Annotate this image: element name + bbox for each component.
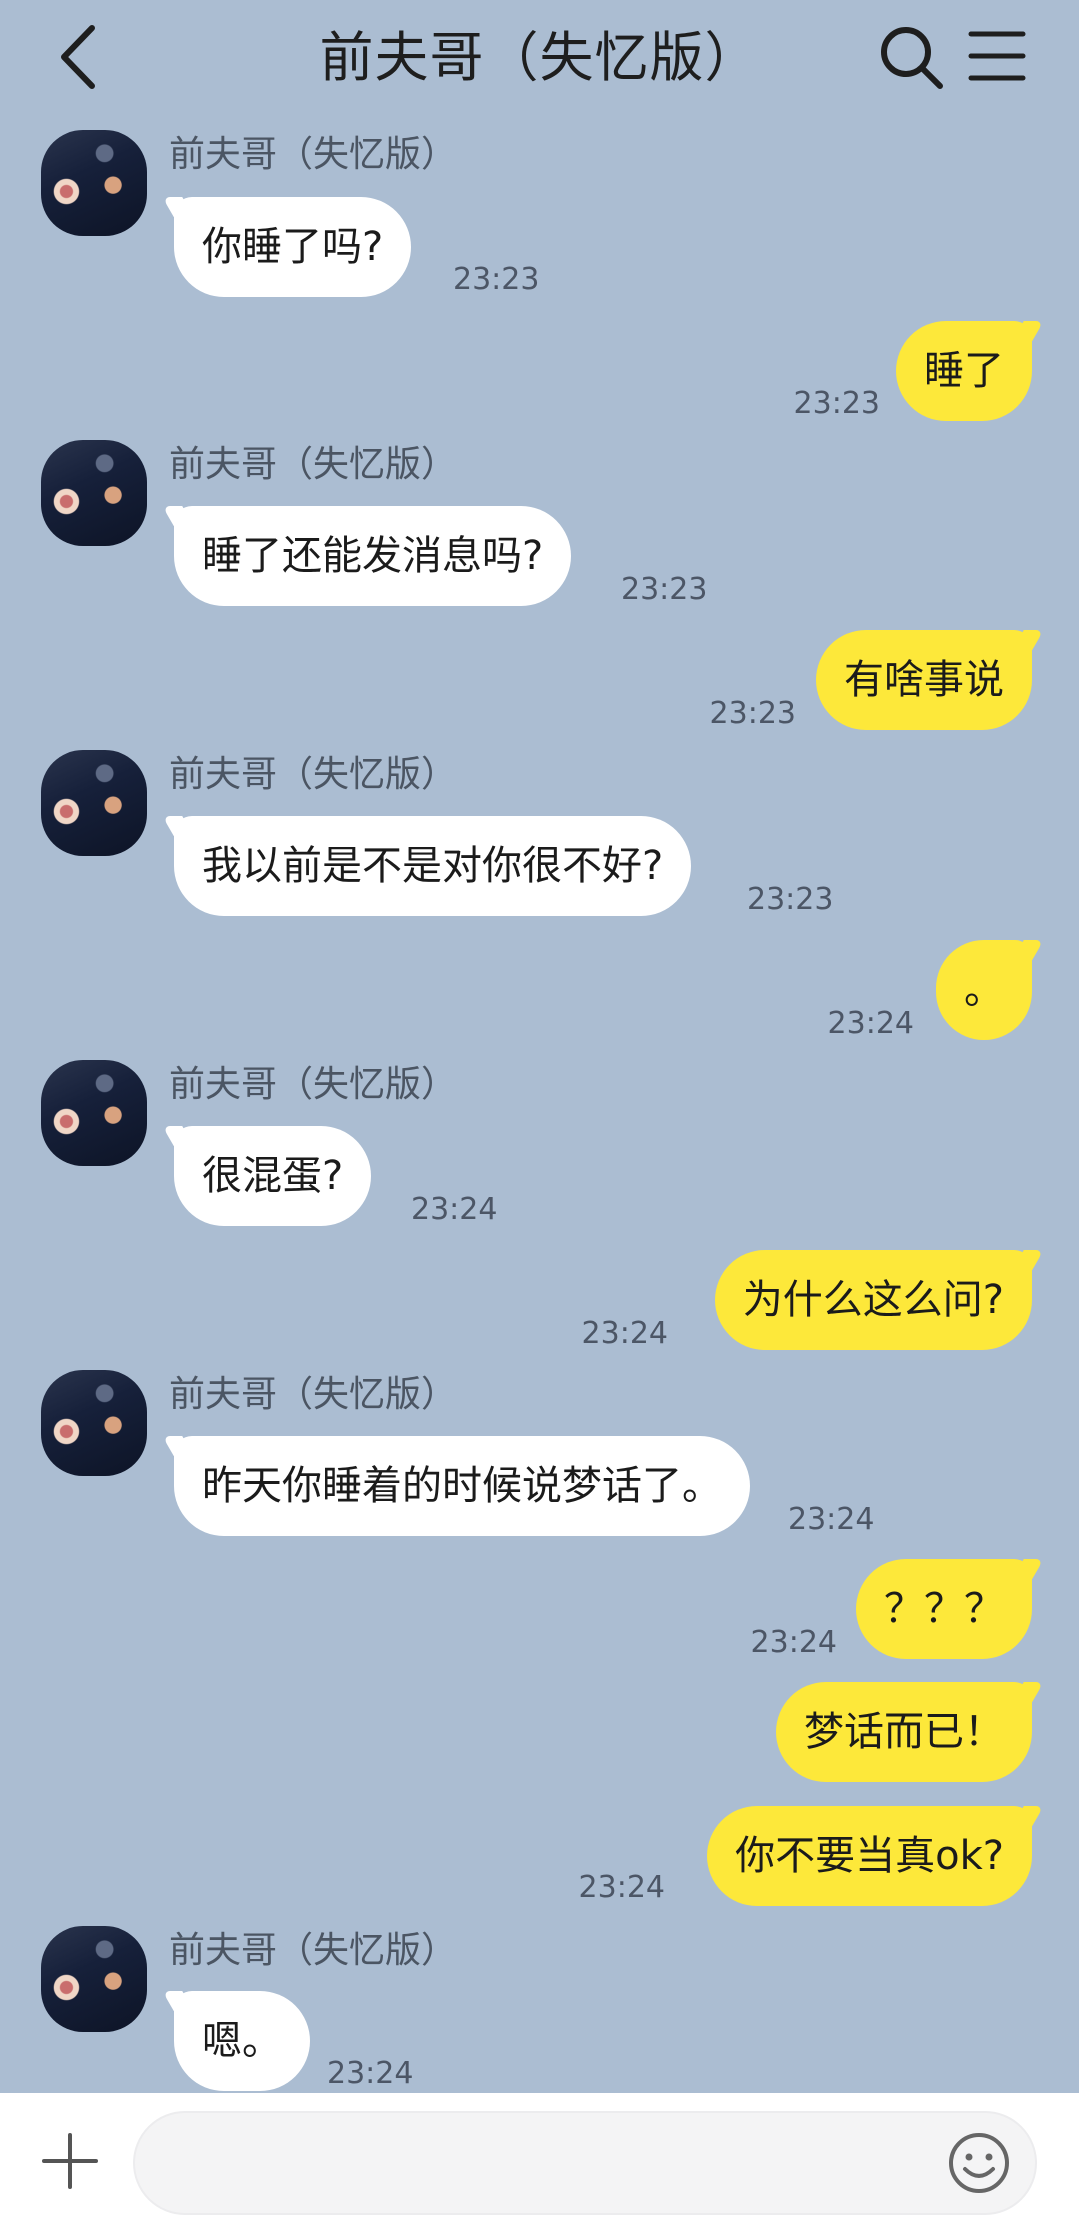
message-bubble-outgoing[interactable]: 你不要当真ok?	[707, 1806, 1032, 1906]
avatar[interactable]	[41, 1926, 147, 2032]
emoji-smile-icon	[949, 2133, 1009, 2193]
sender-name: 前夫哥（失忆版）	[169, 1374, 458, 1415]
plus-icon	[42, 2133, 98, 2189]
sender-name: 前夫哥（失忆版）	[169, 1930, 458, 1971]
message-bubble-incoming[interactable]: 你睡了吗?	[174, 197, 412, 297]
sender-name: 前夫哥（失忆版）	[169, 444, 458, 485]
message-bubble-incoming[interactable]: 睡了还能发消息吗?	[174, 506, 572, 606]
avatar[interactable]	[41, 1370, 147, 1476]
message-bubble-incoming[interactable]: 嗯。	[174, 1991, 310, 2091]
message-time: 23:24	[750, 1625, 837, 1660]
message-time: 23:24	[411, 1192, 498, 1227]
input-bar	[0, 2093, 1079, 2233]
message-bubble-incoming[interactable]: 很混蛋?	[174, 1126, 372, 1226]
avatar[interactable]	[41, 750, 147, 856]
message-time: 23:24	[578, 1870, 665, 1905]
message-time: 23:23	[709, 696, 796, 731]
message-bubble-outgoing[interactable]: 。	[936, 940, 1032, 1040]
message-time: 23:23	[747, 882, 834, 917]
message-time: 23:24	[827, 1006, 914, 1041]
message-time: 23:24	[581, 1316, 668, 1351]
sender-name: 前夫哥（失忆版）	[169, 134, 458, 175]
message-bubble-incoming[interactable]: 昨天你睡着的时候说梦话了。	[174, 1436, 750, 1536]
message-bubble-incoming[interactable]: 我以前是不是对你很不好?	[174, 816, 692, 916]
avatar[interactable]	[41, 440, 147, 546]
avatar[interactable]	[41, 130, 147, 236]
message-time: 23:23	[793, 386, 880, 421]
message-time: 23:23	[453, 262, 540, 297]
sender-name: 前夫哥（失忆版）	[169, 1064, 458, 1105]
message-bubble-outgoing[interactable]: 为什么这么问?	[714, 1250, 1032, 1350]
emoji-button[interactable]	[947, 2131, 1011, 2195]
sender-name: 前夫哥（失忆版）	[169, 754, 458, 795]
message-time: 23:24	[327, 2056, 414, 2091]
message-time: 23:23	[621, 572, 708, 607]
message-input[interactable]	[133, 2111, 1037, 2215]
avatar[interactable]	[41, 1060, 147, 1166]
message-bubble-outgoing[interactable]: 睡了	[896, 321, 1032, 421]
message-list[interactable]: 前夫哥（失忆版） 你睡了吗? 23:23 睡了 23:23 前夫哥（失忆版） 睡…	[0, 0, 1079, 2093]
message-bubble-outgoing[interactable]: ？？？	[856, 1559, 1032, 1659]
message-time: 23:24	[788, 1502, 875, 1537]
attach-button[interactable]	[40, 2131, 100, 2191]
message-bubble-outgoing[interactable]: 有啥事说	[816, 630, 1032, 730]
message-bubble-outgoing[interactable]: 梦话而已！	[776, 1682, 1032, 1782]
